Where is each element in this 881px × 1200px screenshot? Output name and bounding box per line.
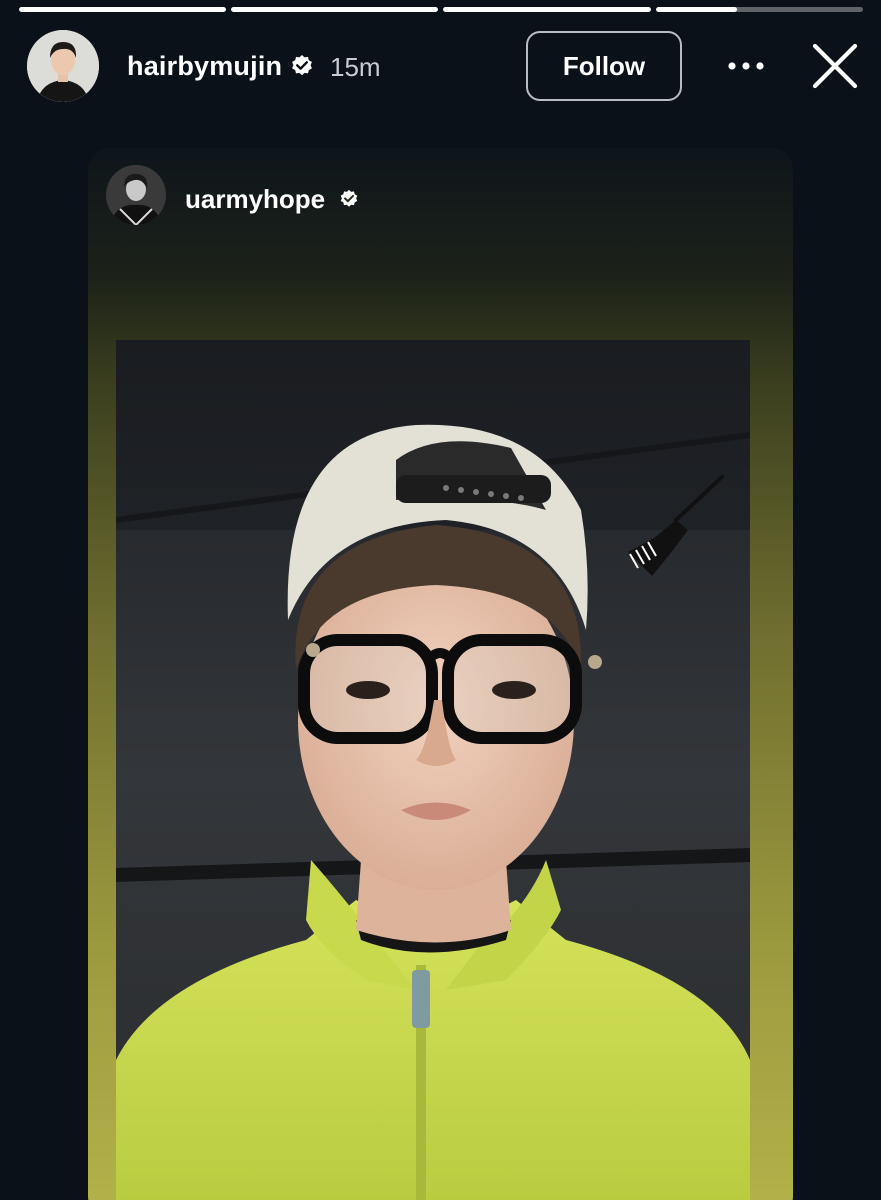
follow-button[interactable]: Follow: [526, 31, 682, 101]
shared-author-avatar[interactable]: [106, 165, 166, 225]
story-progress-bar: [19, 7, 863, 12]
shared-photo[interactable]: [116, 340, 750, 1200]
shared-post-card[interactable]: uarmyhope: [88, 148, 793, 1200]
verified-badge-icon: [292, 55, 312, 76]
author-username[interactable]: hairbymujin: [127, 51, 282, 82]
verified-badge-icon: [340, 189, 358, 207]
post-timestamp: 15m: [330, 52, 381, 82]
shared-author-username[interactable]: uarmyhope: [185, 184, 325, 215]
more-horizontal-icon[interactable]: [722, 56, 770, 76]
progress-segment: [19, 7, 226, 12]
progress-segment: [656, 7, 863, 12]
progress-segment: [443, 7, 651, 12]
progress-segment: [231, 7, 438, 12]
story-viewer: hairbymujin 15m Follow uarmyhope: [0, 0, 881, 1200]
author-avatar[interactable]: [27, 30, 99, 102]
close-icon[interactable]: [810, 41, 860, 91]
